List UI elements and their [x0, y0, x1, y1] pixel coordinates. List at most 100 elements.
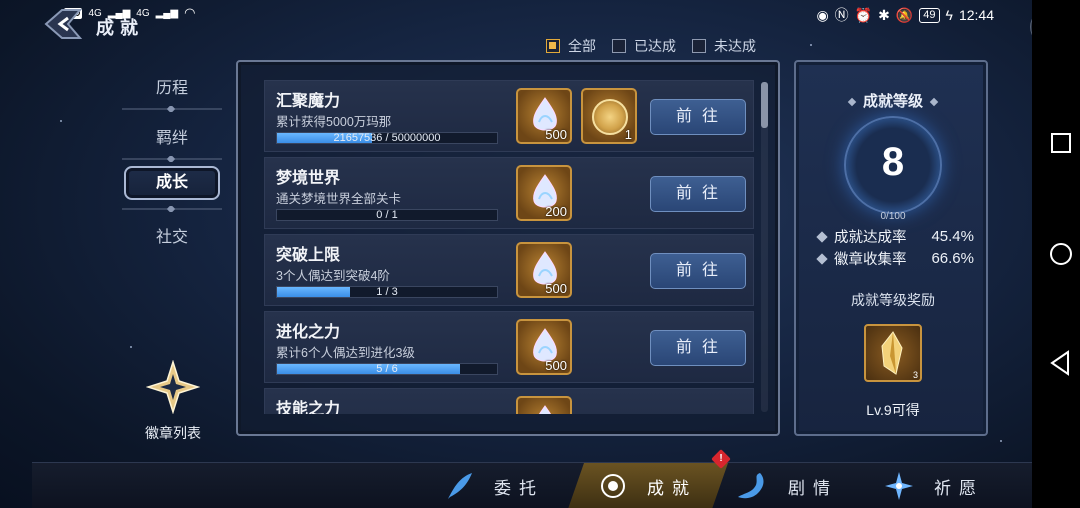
- achievement-desc: 3个人偶达到突破4阶: [276, 269, 390, 283]
- tab-label: 成就: [647, 478, 697, 498]
- medal-icon: [601, 474, 625, 498]
- checkbox-completed[interactable]: [612, 39, 626, 53]
- progress-bar: 0 / 1: [276, 209, 498, 221]
- diamond-bullet-icon: [816, 230, 828, 243]
- tab-wish[interactable]: 祈愿: [884, 463, 984, 508]
- reward-item[interactable]: 500: [516, 88, 572, 144]
- go-button[interactable]: 前往: [650, 330, 746, 366]
- filter-completed[interactable]: 已达成: [612, 36, 676, 56]
- page-title: 成就: [96, 18, 144, 38]
- stat-value: 45.4%: [931, 228, 974, 245]
- battery-indicator: 49: [919, 7, 940, 23]
- reward-count: 1: [624, 127, 632, 142]
- bluetooth-icon: ✱: [878, 6, 890, 23]
- diamond-icon: [847, 97, 857, 107]
- scroll-track[interactable]: [761, 82, 768, 412]
- progress-text: 21657536 / 50000000: [333, 132, 441, 144]
- reward-count: 500: [545, 358, 567, 373]
- filter-all[interactable]: 全部: [546, 36, 596, 56]
- filter-incomplete[interactable]: 未达成: [692, 36, 756, 56]
- stat-collection: 徽章收集率 66.6%: [816, 248, 978, 269]
- level-emblem: 8: [844, 116, 942, 214]
- system-nav-icons: [1050, 133, 1072, 376]
- achievement-card: 突破上限 3个人偶达到突破4阶 1 / 3 500 前往: [264, 234, 754, 306]
- divider: [122, 206, 222, 212]
- progress-text: 5 / 6: [376, 363, 398, 375]
- diamond-icon: [929, 97, 939, 107]
- crystal-gem-icon: [538, 405, 552, 414]
- wifi-icon: ◠: [184, 5, 196, 20]
- level-reward-note: Lv.9可得: [866, 402, 920, 418]
- achievement-card: 技能之力: [264, 388, 754, 414]
- back-button[interactable]: [40, 6, 84, 42]
- level-progress: 0/100: [880, 211, 906, 222]
- tab-story[interactable]: 剧情: [736, 463, 838, 508]
- progress-text: 1 / 3: [376, 286, 398, 298]
- tab-commission[interactable]: 委托: [444, 463, 544, 508]
- status-bar: HD 4G ▂▄▆ 4G ▂▄▆ ◠ ◉ Ⓝ ⏰ ✱ 🔕 49 ϟ 12:44: [0, 0, 1030, 30]
- achievement-name: 汇聚魔力: [276, 93, 341, 110]
- signal-bars-icon-2: ▂▄▆: [155, 7, 179, 19]
- sidebar-item-bond[interactable]: 羁绊: [124, 124, 220, 148]
- eye-icon: ◉: [816, 6, 829, 23]
- gold-coin-icon: [592, 99, 628, 135]
- nfc-icon: Ⓝ: [834, 7, 849, 23]
- tab-label: 剧情: [788, 478, 838, 498]
- reward-item[interactable]: 1: [581, 88, 637, 144]
- badge-list-button[interactable]: 徽章列表: [140, 359, 206, 443]
- reward-item[interactable]: 200: [516, 165, 572, 221]
- alarm-icon: ⏰: [854, 6, 873, 23]
- achievement-name: 技能之力: [276, 401, 341, 414]
- alert-icon: !: [719, 453, 723, 464]
- back-arrow-icon: [44, 9, 83, 39]
- reward-count: 500: [545, 281, 567, 296]
- reward-item[interactable]: 500: [516, 242, 572, 298]
- sidebar-item-growth[interactable]: 成长: [124, 166, 220, 200]
- stat-value: 66.6%: [931, 250, 974, 267]
- tab-achievement[interactable]: 成就: [568, 463, 728, 508]
- achievement-desc: 累计获得5000万玛那: [276, 115, 392, 129]
- game-screen: { "status_bar": { "left_icons": ["HD", "…: [0, 0, 1080, 508]
- level-panel-title-text: 成就等级: [862, 93, 923, 110]
- progress-bar: 5 / 6: [276, 363, 498, 375]
- level-reward-item[interactable]: 3: [864, 324, 922, 382]
- feather-icon: [448, 473, 472, 499]
- achievement-list[interactable]: 汇聚魔力 累计获得5000万玛那 21657536 / 50000000 500…: [264, 80, 754, 414]
- go-button[interactable]: 前往: [650, 99, 746, 135]
- golden-crystal-icon: [881, 331, 903, 375]
- filter-group: 全部 已达成 未达成: [546, 36, 756, 56]
- filter-completed-label: 已达成: [634, 38, 676, 54]
- sidebar-item-history[interactable]: 历程: [124, 74, 220, 98]
- level-panel: 成就等级 8 0/100 成就达成率 45.4% 徽章收集率 66.6% 成就等…: [794, 60, 988, 436]
- progress-bar: 1 / 3: [276, 286, 498, 298]
- status-right: ◉ Ⓝ ⏰ ✱ 🔕 49 ϟ 12:44: [816, 5, 994, 25]
- filter-all-label: 全部: [568, 38, 596, 54]
- reward-item[interactable]: [516, 396, 572, 414]
- scrollbar-thumb[interactable]: [761, 82, 768, 128]
- level-reward-title: 成就等级奖励: [851, 292, 935, 308]
- badge-star-icon: [145, 359, 201, 415]
- go-button[interactable]: 前往: [650, 253, 746, 289]
- achievement-card: 进化之力 累计6个人偶达到进化3级 5 / 6 500 前往: [264, 311, 754, 383]
- progress-bar: 21657536 / 50000000: [276, 132, 498, 144]
- achievement-desc: 通关梦境世界全部关卡: [276, 192, 402, 206]
- achievement-card: 梦境世界 通关梦境世界全部关卡 0 / 1 200 前往: [264, 157, 754, 229]
- level-number: 8: [881, 140, 905, 184]
- reward-count: 3: [912, 370, 918, 380]
- divider: [122, 106, 222, 112]
- diamond-bullet-icon: [816, 252, 828, 265]
- achievement-desc: 累计6个人偶达到进化3级: [276, 346, 415, 360]
- clock: 12:44: [958, 7, 994, 23]
- go-button[interactable]: 前往: [650, 176, 746, 212]
- sidebar-item-social[interactable]: 社交: [124, 223, 220, 247]
- tab-label: 委托: [494, 478, 544, 498]
- divider: [122, 156, 222, 162]
- checkbox-all[interactable]: [546, 39, 560, 53]
- reward-item[interactable]: 500: [516, 319, 572, 375]
- charging-icon: ϟ: [945, 7, 953, 23]
- progress-text: 0 / 1: [376, 209, 398, 221]
- badge-list-label: 徽章列表: [145, 425, 201, 441]
- checkbox-incomplete[interactable]: [692, 39, 706, 53]
- achievement-name: 梦境世界: [276, 170, 341, 187]
- dragon-icon: [738, 473, 764, 499]
